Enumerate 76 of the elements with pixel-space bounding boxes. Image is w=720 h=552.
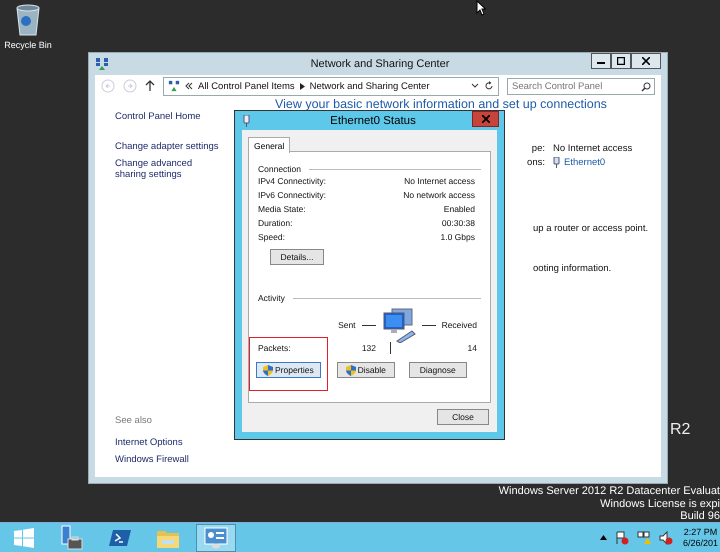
packets-received-value: 14	[468, 343, 478, 353]
taskbar-button[interactable]	[196, 524, 236, 552]
search-icon	[641, 82, 651, 92]
double-chevron-icon	[185, 82, 193, 90]
close-button[interactable]: Close	[437, 409, 489, 425]
action-button[interactable]: Disable	[336, 362, 395, 378]
network-icon	[168, 80, 180, 92]
window-title: Network and Sharing Center	[310, 58, 450, 70]
tab[interactable]: General	[248, 137, 290, 153]
group-title: Activity	[258, 293, 285, 303]
trash-bin-icon[interactable]	[14, 4, 42, 36]
group-title: Connection	[258, 164, 302, 174]
see-also-link[interactable]: Internet Options	[115, 437, 225, 448]
close-button[interactable]	[631, 53, 661, 69]
property-label: IPv6 Connectivity:	[258, 190, 326, 200]
caret-up-icon[interactable]	[600, 535, 607, 540]
connection-link[interactable]: Ethernet0	[564, 157, 606, 168]
sidebar-link[interactable]: Control Panel Home	[115, 111, 225, 122]
property-value: No network access	[403, 190, 475, 200]
up-arrow-icon[interactable]	[145, 80, 155, 92]
desktop-text: R2	[670, 421, 690, 439]
see-also-heading: See also	[115, 415, 153, 426]
field-label: pe:	[530, 143, 545, 154]
chevron-right-icon	[300, 82, 305, 90]
refresh-icon[interactable]	[484, 81, 494, 91]
minimize-button[interactable]	[591, 53, 611, 69]
search-field[interactable]: Search Control Panel	[507, 78, 655, 94]
property-value: 1.0 Gbps	[440, 232, 475, 242]
ethernet-plug-icon	[553, 157, 560, 168]
network-computers-icon	[382, 307, 416, 343]
sent-label: Sent	[338, 320, 356, 330]
description-text: up a router or access point.	[533, 223, 650, 234]
action-button[interactable]: Diagnose	[408, 362, 467, 378]
property-value: Enabled	[444, 204, 475, 214]
sidebar-link[interactable]: Change advanced sharing settings	[115, 158, 225, 180]
see-also-link[interactable]: Windows Firewall	[115, 454, 225, 465]
close-icon	[642, 57, 650, 65]
property-value: 00:30:38	[442, 218, 475, 228]
speaker-muted-icon[interactable]	[658, 530, 673, 544]
field-value: No Internet access	[553, 143, 632, 154]
clock-time[interactable]: 2:27 PM	[684, 526, 718, 538]
address-bar[interactable]: All Control Panel Items Network and Sharing Center	[163, 76, 499, 96]
chevron-down-icon[interactable]	[471, 83, 479, 89]
packets-sent-value: 132	[360, 343, 376, 353]
terminal-icon[interactable]	[109, 528, 131, 546]
action-button[interactable]: Properties	[256, 362, 321, 378]
breadcrumb-item[interactable]: Network and Sharing Center	[310, 80, 430, 92]
sidebar-link[interactable]: Change adapter settings	[115, 141, 225, 152]
dialog-title: Ethernet0 Status	[329, 114, 417, 126]
property-value: No Internet access	[404, 176, 475, 186]
network-warning-icon[interactable]	[636, 530, 651, 544]
property-label: Duration:	[258, 218, 292, 228]
control-panel-icon[interactable]	[204, 526, 228, 548]
maximize-icon	[617, 57, 625, 65]
description-text: ooting information.	[533, 263, 612, 274]
breadcrumb-item[interactable]: All Control Panel Items	[198, 80, 295, 92]
watermark-text: Windows License is expi	[600, 498, 720, 510]
field-label: ons:	[526, 157, 545, 168]
flag-error-icon[interactable]	[614, 530, 629, 544]
clock-date[interactable]: 6/26/201	[682, 538, 718, 548]
watermark-text: Build 96	[680, 510, 720, 522]
property-label: Media State:	[258, 204, 306, 214]
packets-label: Packets:	[258, 343, 292, 353]
details-button[interactable]: Details...	[270, 249, 324, 265]
mouse-cursor-icon	[476, 0, 486, 16]
watermark-text: Windows Server 2012 R2 Datacenter Evaluat	[498, 485, 720, 498]
network-icon	[95, 57, 109, 71]
server-toolbox-icon[interactable]	[60, 524, 84, 550]
property-label: Speed:	[258, 232, 285, 242]
maximize-button[interactable]	[611, 53, 631, 69]
property-label: IPv4 Connectivity:	[258, 176, 326, 186]
received-label: Received	[442, 320, 477, 330]
ethernet-plug-icon	[243, 114, 250, 126]
desktop-icon-label[interactable]: Recycle Bin	[4, 40, 52, 50]
close-icon	[482, 115, 490, 123]
page-heading: View your basic network information and set up connections	[275, 97, 608, 111]
